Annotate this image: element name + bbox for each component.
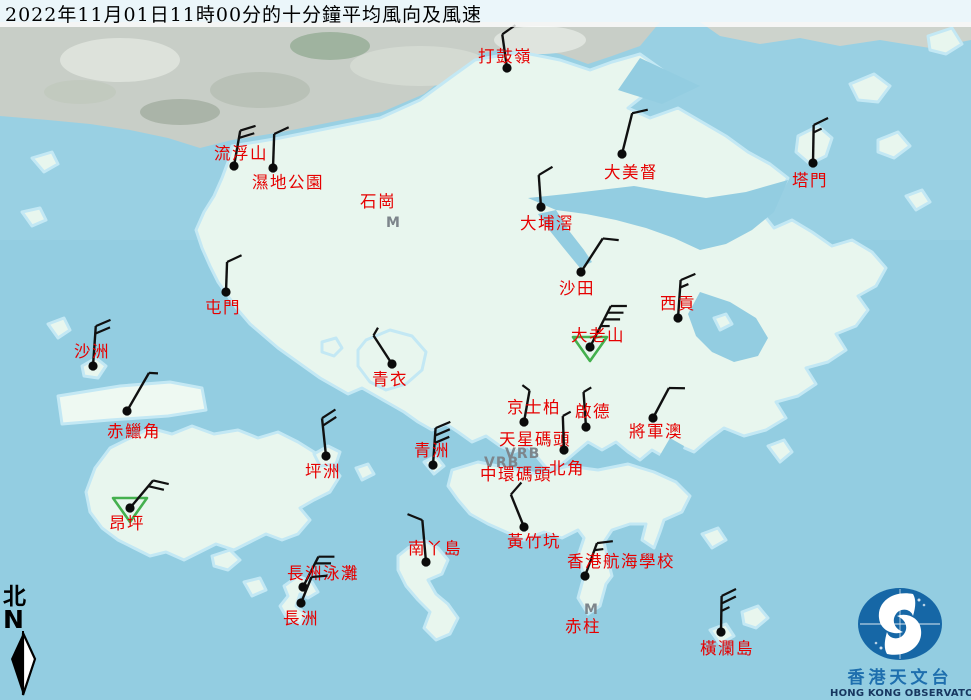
- wind-barb-staff: [563, 416, 564, 450]
- station-dot: [321, 451, 330, 460]
- wind-barb-half: [594, 549, 603, 550]
- station-label[interactable]: 濕地公園: [252, 173, 324, 192]
- north-indicator: 北 N: [3, 586, 49, 700]
- station-label[interactable]: 塔門: [792, 171, 828, 190]
- station-dot: [268, 163, 277, 172]
- station-label[interactable]: 天星碼頭: [499, 430, 571, 449]
- station-dot: [88, 361, 97, 370]
- wind-map-page: 打鼓嶺流浮山濕地公園 M 石崗大埔滘 大美督 塔門沙田大老山 西貢 屯門沙洲赤鱲角昂坪 青衣坪…: [0, 0, 971, 700]
- station-label[interactable]: 大埔滘: [520, 214, 574, 233]
- wind-barb-staff: [721, 596, 722, 632]
- station-dot: [576, 267, 585, 276]
- station-label[interactable]: 南丫島: [408, 539, 462, 558]
- station-dot: [122, 406, 131, 415]
- station-dot: [387, 359, 396, 368]
- station-dot: [519, 522, 528, 531]
- wind-barb-full: [311, 576, 327, 577]
- station-label[interactable]: 啟德: [575, 402, 611, 421]
- station-label[interactable]: 大老山: [571, 326, 625, 345]
- station-dot: [673, 313, 682, 322]
- station-label[interactable]: 香港航海學校: [567, 552, 675, 571]
- station-label[interactable]: 青衣: [372, 370, 408, 389]
- station-label[interactable]: 赤鱲角: [107, 422, 161, 441]
- title-bar: 2022年11月01日11時00分的十分鐘平均風向及風速: [0, 0, 971, 27]
- north-letter-label: N: [3, 608, 49, 631]
- station-label[interactable]: 青洲: [414, 441, 450, 460]
- station-label[interactable]: 流浮山: [214, 144, 268, 163]
- station-flag-text: M: [386, 215, 401, 231]
- station-label[interactable]: 長洲: [283, 609, 319, 628]
- station-dot: [428, 460, 437, 469]
- station-dot: [536, 202, 545, 211]
- station-dot: [559, 445, 568, 454]
- station-dot: [716, 627, 725, 636]
- hko-logo-icon: [855, 586, 945, 664]
- station-label[interactable]: 橫瀾島: [700, 639, 754, 658]
- station-dot: [221, 287, 230, 296]
- station-label[interactable]: 坪洲: [305, 462, 341, 481]
- station-dot: [296, 598, 305, 607]
- station-label[interactable]: 大美督: [604, 163, 658, 182]
- station-dot: [581, 422, 590, 431]
- hko-logo: 香港天文台 HONG KONG OBSERVATORY: [830, 586, 970, 700]
- station-label[interactable]: 北角: [549, 459, 585, 478]
- station-dot: [580, 571, 589, 580]
- station-dot: [808, 158, 817, 167]
- hko-name-chinese: 香港天文台: [830, 669, 970, 687]
- station-label[interactable]: 赤柱: [565, 617, 601, 636]
- station-label[interactable]: 屯門: [205, 298, 241, 317]
- station-label[interactable]: 沙田: [559, 279, 595, 298]
- station-label[interactable]: 昂坪: [109, 514, 145, 533]
- station-label[interactable]: 將軍澳: [629, 422, 683, 441]
- station-label[interactable]: 打鼓嶺: [478, 47, 532, 66]
- station-label[interactable]: 黃竹坑: [507, 532, 561, 551]
- hko-name-english: HONG KONG OBSERVATORY: [830, 687, 970, 700]
- station-dot: [617, 149, 626, 158]
- wind-barb-staff: [813, 125, 814, 163]
- station-label[interactable]: 京士柏: [507, 398, 561, 417]
- station-label[interactable]: 長洲泳灘: [287, 564, 359, 583]
- wind-barb-staff: [273, 134, 274, 168]
- station-dot: [125, 503, 134, 512]
- station-label[interactable]: 西貢: [660, 294, 696, 313]
- station-dot: [421, 557, 430, 566]
- map-title: 2022年11月01日11時00分的十分鐘平均風向及風速: [0, 0, 482, 27]
- station-label[interactable]: 沙洲: [74, 342, 110, 361]
- station-flag-text: M: [584, 602, 599, 618]
- station-dot: [519, 417, 528, 426]
- station-label[interactable]: 中環碼頭: [480, 465, 552, 484]
- hong-kong-basemap: 打鼓嶺流浮山濕地公園 M 石崗大埔滘 大美督 塔門沙田大老山 西貢 屯門沙洲赤鱲角昂坪 青衣坪…: [0, 0, 971, 700]
- station-label[interactable]: 石崗: [360, 192, 396, 211]
- compass-needle-icon: [3, 631, 43, 697]
